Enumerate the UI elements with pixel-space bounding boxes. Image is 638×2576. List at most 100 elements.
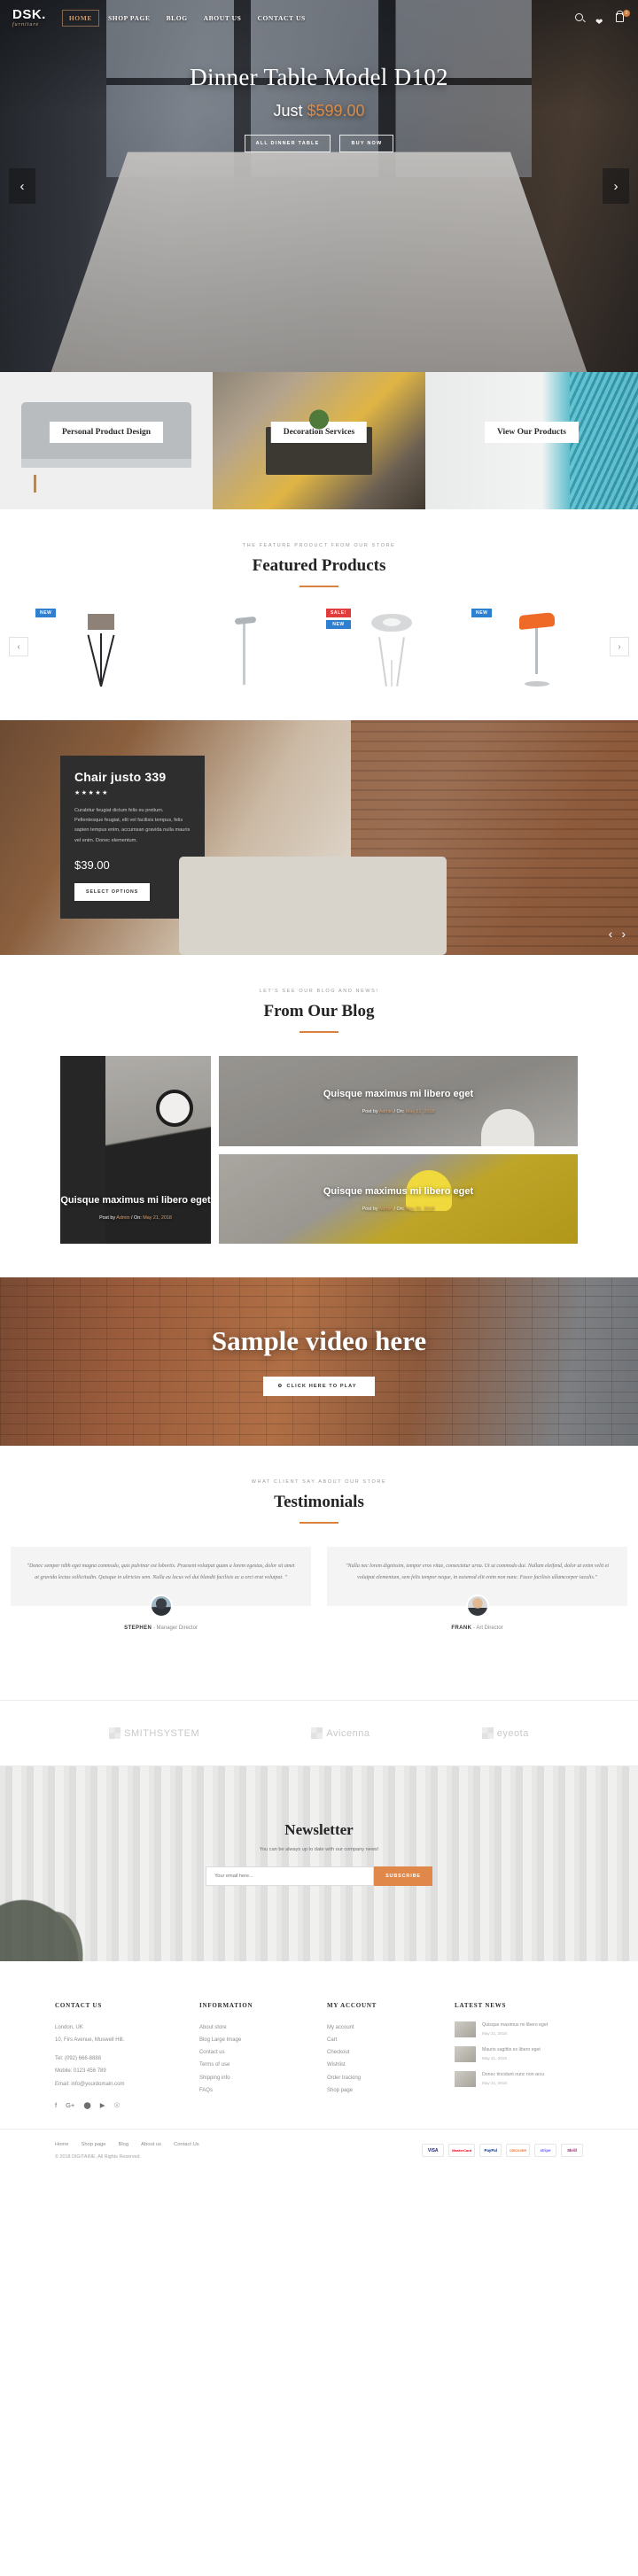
twitter-icon[interactable]: ⬤ — [83, 2101, 90, 2109]
footer-link-checkout[interactable]: Checkout — [327, 2046, 439, 2059]
section-divider — [300, 1031, 338, 1033]
footer-nav-blog[interactable]: Blog — [119, 2142, 129, 2147]
brand-logo-smithsystem[interactable]: SMITHSYSTEM — [109, 1727, 199, 1740]
footer-contact-lines: London, UK 10, Firs Avenue, Muswell Hill… — [55, 2021, 183, 2090]
newsletter-section: Newsletter You can be always up to date … — [0, 1766, 638, 1962]
footer-bottom-nav: Home Shop page Blog About us Contact Us — [55, 2142, 199, 2147]
google-plus-icon[interactable]: G+ — [66, 2101, 74, 2109]
promo-prev-arrow[interactable]: ‹ — [609, 927, 613, 941]
meta-separator: / On: — [393, 1108, 406, 1114]
header-icon-group: ❤ 0 — [575, 9, 630, 27]
video-content: Sample video here ⚙ CLICK HERE TO PLAY — [0, 1277, 638, 1396]
featured-products-carousel: ‹ NEW SALE! NEW NEW › — [0, 607, 638, 687]
latest-news-item[interactable]: Quisque maximus mi libero eget May 21, 2… — [455, 2021, 583, 2038]
hero-prev-arrow[interactable]: ‹ — [9, 168, 35, 204]
avatar — [149, 1594, 173, 1618]
latest-news-item[interactable]: Mauris sagittis ex libero eget May 21, 2… — [455, 2046, 583, 2063]
testimonial-quote: "Nulla nec lorem dignissim, tempor eros … — [345, 1563, 610, 1580]
white-stool-graphic — [371, 614, 412, 687]
wishlist-heart-icon[interactable]: ❤ — [595, 13, 605, 27]
footer-nav-about-us[interactable]: About us — [141, 2142, 161, 2147]
footer-nav-shop-page[interactable]: Shop page — [81, 2142, 105, 2147]
contact-line-tel: Tel: (092) 666-8888 — [55, 2056, 102, 2062]
product-card-orange-bar-stool[interactable]: NEW — [464, 607, 610, 687]
brand-logo-avicenna[interactable]: Avicenna — [311, 1727, 370, 1740]
brand-logo-eyeota[interactable]: eyeota — [481, 1727, 529, 1740]
products-prev-arrow[interactable]: ‹ — [9, 637, 28, 656]
pinterest-icon[interactable]: ☉ — [114, 2101, 121, 2109]
contact-line-city: London, UK — [55, 2025, 83, 2031]
nav-item-about-us[interactable]: ABOUT US — [197, 10, 249, 27]
buy-now-button[interactable]: BUY NOW — [339, 135, 394, 152]
newsletter-email-input[interactable] — [206, 1866, 375, 1887]
footer-link-shipping-info[interactable]: Shipping info — [199, 2072, 311, 2084]
meta-date: May 21, 2018 — [405, 1207, 435, 1213]
payment-discover-icon: DISCOVER — [506, 2144, 530, 2158]
contact-line-address: 10, Firs Avenue, Muswell Hill. — [55, 2037, 125, 2044]
latest-news-item[interactable]: Donec tincidunt nunc non arcu May 21, 20… — [455, 2071, 583, 2088]
blog-eyebrow: LET'S SEE OUR BLOG AND NEWS! — [259, 989, 379, 994]
footer-link-order-tracking[interactable]: Order tracking — [327, 2072, 439, 2084]
news-date: May 21, 2018 — [482, 2030, 507, 2036]
select-options-button[interactable]: SELECT OPTIONS — [74, 882, 151, 901]
nav-item-shop-page[interactable]: SHOP PAGE — [101, 10, 158, 27]
footer-link-terms-of-use[interactable]: Terms of use — [199, 2059, 311, 2071]
hero-section: DSK. furniture HOME SHOP PAGE BLOG ABOUT… — [0, 0, 638, 372]
shopping-bag-icon[interactable]: 0 — [616, 9, 630, 23]
site-header: DSK. furniture HOME SHOP PAGE BLOG ABOUT… — [0, 0, 638, 30]
service-card-view-our-products[interactable]: View Our Products — [425, 372, 638, 509]
search-icon[interactable] — [575, 12, 585, 23]
footer-link-contact-us[interactable]: Contact us — [199, 2046, 311, 2059]
footer-link-about-store[interactable]: About store — [199, 2021, 311, 2034]
nav-item-blog[interactable]: BLOG — [160, 10, 195, 27]
product-card-tripod-floor-lamp[interactable]: NEW — [28, 607, 174, 687]
footer-heading-contact: CONTACT US — [55, 2002, 103, 2010]
promo-rating-stars: ★★★★★ — [74, 790, 109, 796]
footer-link-shop-page[interactable]: Shop page — [327, 2084, 439, 2097]
products-next-arrow[interactable]: › — [610, 637, 629, 656]
testimonial-author: STEPHEN - Manager Director — [11, 1626, 311, 1631]
promo-description: Curabitur feugiat dictum felis eu pretiu… — [74, 808, 191, 843]
footer-link-my-account[interactable]: My account — [327, 2021, 439, 2034]
product-card-shower-column[interactable] — [174, 607, 319, 687]
hero-next-arrow[interactable]: › — [603, 168, 629, 204]
youtube-icon[interactable]: ▶ — [100, 2101, 105, 2109]
footer-link-wishlist[interactable]: Wishlist — [327, 2059, 439, 2071]
blog-post-card-1[interactable]: Quisque maximus mi libero eget Post by A… — [60, 1056, 211, 1244]
hero-content: Dinner Table Model D102 Just $599.00 ALL… — [0, 30, 638, 152]
logo-text: DSK. — [12, 7, 46, 22]
contact-line-mobile: Mobile: 0123 456 789 — [55, 2068, 106, 2075]
meta-separator: / On: — [129, 1215, 144, 1221]
facebook-icon[interactable]: f — [55, 2101, 57, 2109]
footer-link-blog-large-image[interactable]: Blog Large Image — [199, 2034, 311, 2046]
click-here-to-play-button[interactable]: ⚙ CLICK HERE TO PLAY — [263, 1377, 375, 1396]
news-thumbnail — [455, 2071, 477, 2088]
avatar — [465, 1594, 489, 1618]
footer-nav-contact-us[interactable]: Contact Us — [174, 2142, 199, 2147]
meta-prefix: Post by — [362, 1207, 379, 1213]
footer-link-cart[interactable]: Cart — [327, 2034, 439, 2046]
meta-author: Admin — [378, 1108, 393, 1114]
nav-item-contact-us[interactable]: CONTACT US — [250, 10, 312, 27]
promo-product-title: Chair justo 339 — [74, 770, 167, 784]
footer-link-faqs[interactable]: FAQs — [199, 2084, 311, 2097]
promo-product-card: Chair justo 339 ★★★★★ Curabitur feugiat … — [60, 756, 205, 919]
newsletter-title: Newsletter — [284, 1821, 354, 1839]
badge-new: NEW — [471, 609, 493, 617]
all-dinner-table-button[interactable]: ALL DINNER TABLE — [244, 135, 331, 152]
footer-nav-home[interactable]: Home — [55, 2142, 68, 2147]
promo-next-arrow[interactable]: › — [621, 927, 626, 941]
service-card-personal-product-design[interactable]: Personal Product Design — [0, 372, 213, 509]
subscribe-button[interactable]: SUBSCRIBE — [374, 1866, 432, 1887]
testimonials-section: WHAT CLIENT SAY ABOUT OUR STORE Testimon… — [0, 1446, 638, 1664]
product-badges: NEW — [471, 609, 493, 617]
site-logo[interactable]: DSK. furniture — [12, 8, 46, 27]
copyright-text: © 2018 DIGITAINE. All Rights Reserved. — [55, 2153, 142, 2160]
blog-post-card-2[interactable]: Quisque maximus mi libero eget Post by A… — [219, 1056, 578, 1146]
meta-prefix: Post by — [362, 1108, 379, 1114]
blog-post-card-3[interactable]: Quisque maximus mi libero eget Post by A… — [219, 1153, 578, 1244]
service-card-decoration-services[interactable]: Decoration Services — [213, 372, 425, 509]
product-card-white-bar-stool[interactable]: SALE! NEW — [319, 607, 464, 687]
newsletter-subtitle: You can be always up to date with our co… — [259, 1847, 379, 1853]
nav-item-home[interactable]: HOME — [61, 9, 99, 27]
